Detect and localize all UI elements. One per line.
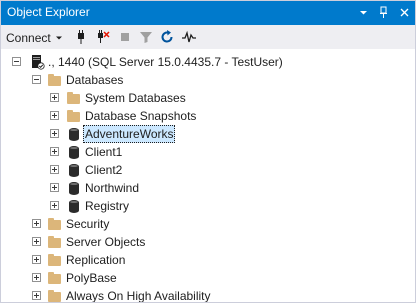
tree-node-server-objects[interactable]: Server Objects: [1, 233, 415, 251]
security-label: Security: [66, 217, 110, 231]
server-objects-label: Server Objects: [66, 235, 146, 249]
folder-icon: [47, 252, 63, 268]
tree-node-always-on-high-availability[interactable]: Always On High Availability: [1, 287, 415, 303]
system-databases-label: System Databases: [85, 91, 186, 105]
chevron-down-icon: [55, 36, 62, 39]
disconnect-icon: [98, 30, 110, 43]
collapse-toggle[interactable]: [12, 57, 21, 66]
folder-icon: [47, 72, 63, 88]
connect-label: Connect: [6, 30, 51, 45]
filter-button[interactable]: [138, 29, 154, 45]
tree-node-databases[interactable]: Databases: [1, 71, 415, 89]
polybase-label: PolyBase: [66, 271, 117, 285]
tree-node-northwind[interactable]: Northwind: [1, 179, 415, 197]
window-position-dropdown-button[interactable]: [355, 4, 372, 21]
expand-toggle[interactable]: [50, 93, 59, 102]
database-icon: [66, 162, 82, 178]
expand-toggle[interactable]: [50, 201, 59, 210]
tree-node-server[interactable]: ., 1440 (SQL Server 15.0.4435.7 - TestUs…: [1, 53, 415, 71]
connect-object-explorer-button[interactable]: [73, 29, 89, 45]
expand-toggle[interactable]: [50, 147, 59, 156]
tree-node-client1[interactable]: Client1: [1, 143, 415, 161]
server-label: ., 1440 (SQL Server 15.0.4435.7 - TestUs…: [48, 55, 283, 69]
database-icon: [66, 180, 82, 196]
folder-icon: [47, 270, 63, 286]
tree-node-adventureworks[interactable]: AdventureWorks: [1, 125, 415, 143]
tree-node-client2[interactable]: Client2: [1, 161, 415, 179]
tree-node-replication[interactable]: Replication: [1, 251, 415, 269]
tree-node-polybase[interactable]: PolyBase: [1, 269, 415, 287]
expand-toggle[interactable]: [32, 255, 41, 264]
registry-label: Registry: [85, 199, 130, 213]
connect-icon: [78, 30, 84, 44]
connect-dropdown-button[interactable]: Connect: [6, 29, 63, 46]
expand-toggle[interactable]: [50, 165, 59, 174]
activity-monitor-button[interactable]: [181, 29, 197, 45]
refresh-button[interactable]: [159, 29, 175, 45]
tree-node-system-databases[interactable]: System Databases: [1, 89, 415, 107]
database-icon: [66, 144, 82, 160]
panel-title: Object Explorer: [7, 5, 90, 19]
client1-label: Client1: [85, 145, 123, 159]
folder-icon: [47, 234, 63, 250]
northwind-label: Northwind: [85, 181, 140, 195]
collapse-toggle[interactable]: [32, 75, 41, 84]
client2-label: Client2: [85, 163, 123, 177]
refresh-icon: [161, 30, 173, 43]
databases-label: Databases: [66, 73, 124, 87]
panel-title-bar: Object Explorer: [1, 1, 415, 25]
folder-icon: [66, 90, 82, 106]
object-explorer-panel: Object Explorer Connect ., 1440 (SQL Ser…: [0, 0, 416, 303]
object-explorer-tree: ., 1440 (SQL Server 15.0.4435.7 - TestUs…: [1, 49, 415, 302]
filter-icon: [140, 32, 152, 43]
disconnect-button[interactable]: [95, 29, 111, 45]
close-icon: [400, 8, 409, 17]
database-snapshots-label: Database Snapshots: [85, 109, 197, 123]
folder-icon: [47, 288, 63, 302]
activity-monitor-icon: [182, 30, 196, 43]
expand-toggle[interactable]: [50, 183, 59, 192]
stop-button[interactable]: [117, 29, 133, 45]
folder-icon: [66, 108, 82, 124]
expand-toggle[interactable]: [32, 291, 41, 300]
database-icon: [66, 198, 82, 214]
pin-icon: [380, 6, 387, 18]
tree-node-security[interactable]: Security: [1, 215, 415, 233]
adventureworks-label: AdventureWorks: [83, 125, 176, 143]
auto-hide-pin-button[interactable]: [375, 4, 392, 21]
expand-toggle[interactable]: [32, 219, 41, 228]
expand-toggle[interactable]: [50, 111, 59, 120]
expand-toggle[interactable]: [32, 237, 41, 246]
server-connected-icon: [29, 54, 45, 70]
object-explorer-toolbar: Connect: [1, 25, 415, 49]
stop-icon: [121, 33, 129, 41]
close-panel-button[interactable]: [396, 4, 413, 21]
expand-toggle[interactable]: [50, 129, 59, 138]
chevron-down-icon: [360, 11, 367, 15]
folder-icon: [47, 216, 63, 232]
replication-label: Replication: [66, 253, 126, 267]
tree-node-database-snapshots[interactable]: Database Snapshots: [1, 107, 415, 125]
expand-toggle[interactable]: [32, 273, 41, 282]
tree-node-registry[interactable]: Registry: [1, 197, 415, 215]
always-on-high-availability-label: Always On High Availability: [66, 289, 211, 303]
database-icon: [66, 126, 82, 142]
